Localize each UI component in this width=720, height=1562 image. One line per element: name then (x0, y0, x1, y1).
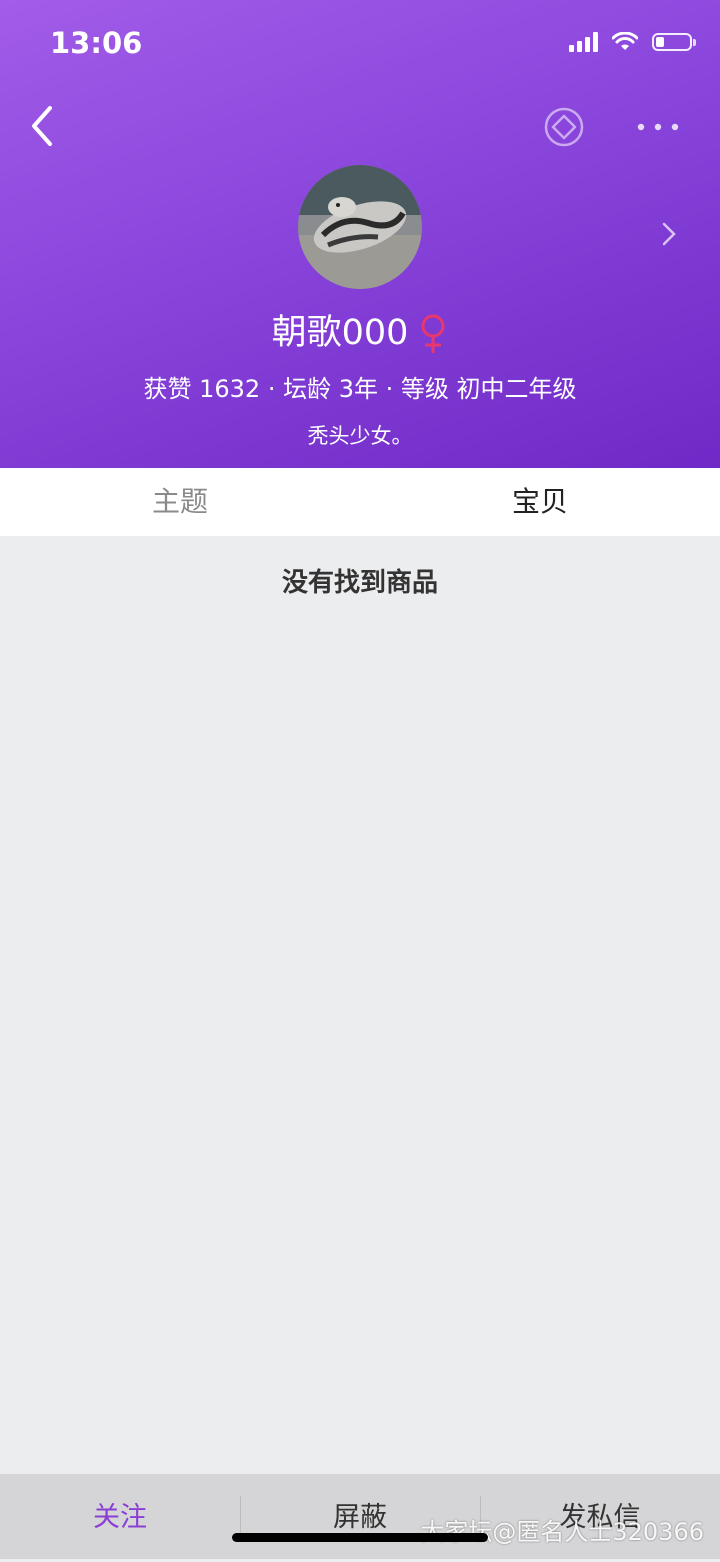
name-row: 朝歌000 (0, 304, 720, 355)
status-time: 13:06 (50, 26, 143, 60)
chevron-right-icon[interactable] (660, 220, 678, 248)
profile-header: 13:06 朝歌000 获赞 1632 · 坛龄 3年 · 等级 初中二年级 秃… (0, 0, 720, 468)
battery-level (656, 37, 664, 47)
more-icon[interactable] (636, 122, 680, 132)
tab-items[interactable]: 宝贝 (360, 468, 720, 536)
profile-bio: 秃头少女。 (307, 424, 413, 448)
wifi-icon (612, 32, 638, 50)
follow-button[interactable]: 关注 (0, 1474, 240, 1559)
home-indicator (232, 1533, 488, 1542)
avatar[interactable] (298, 165, 422, 289)
tab-bar: 主题 宝贝 (0, 468, 720, 536)
female-icon (421, 314, 445, 353)
diamond-icon[interactable] (543, 106, 585, 148)
status-icons (569, 32, 696, 52)
username: 朝歌000 (271, 313, 409, 353)
back-icon[interactable] (28, 104, 68, 148)
battery-icon (652, 33, 696, 51)
signal-icon (569, 32, 598, 52)
tab-topics[interactable]: 主题 (0, 468, 360, 536)
empty-state-message: 没有找到商品 (281, 568, 438, 598)
profile-stats: 获赞 1632 · 坛龄 3年 · 等级 初中二年级 (143, 375, 577, 403)
